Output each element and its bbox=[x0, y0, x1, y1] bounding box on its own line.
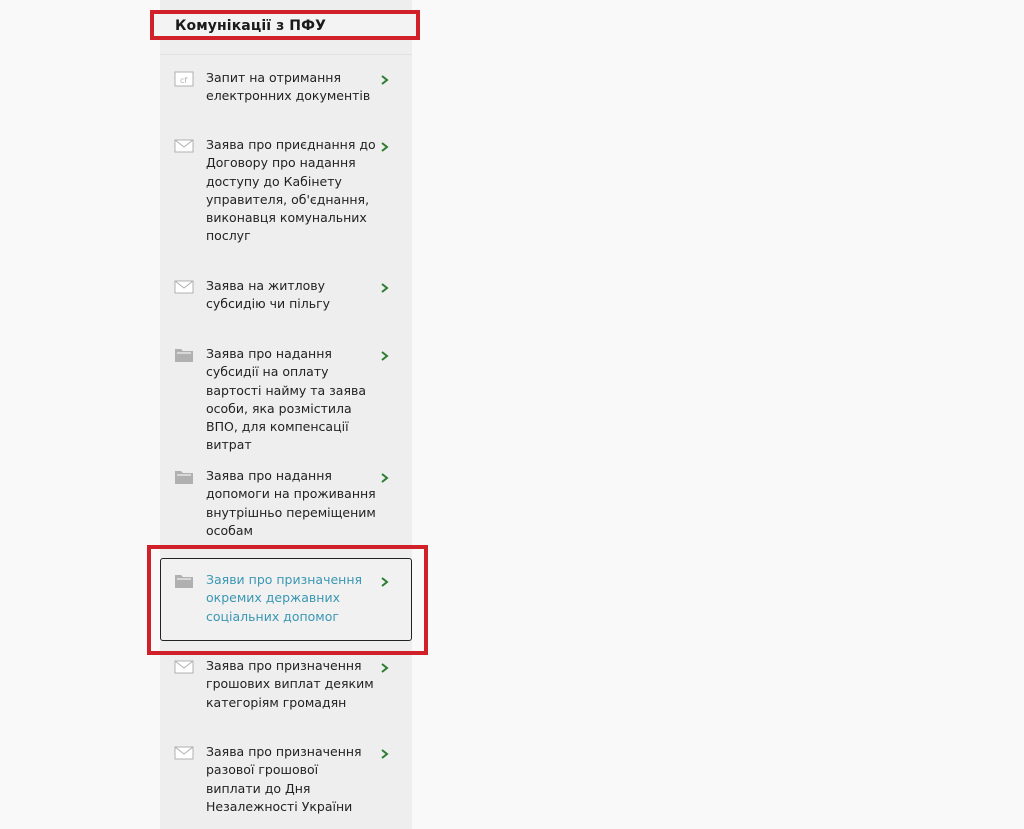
envelope-icon bbox=[174, 138, 194, 154]
menu-item-label: Заява на житлову субсидію чи пільгу bbox=[206, 278, 331, 312]
envelope-icon bbox=[174, 659, 194, 675]
chevron-right-icon bbox=[380, 745, 390, 759]
menu-item-citizen-category-payments[interactable]: Заява про призначення грошових виплат де… bbox=[160, 657, 412, 715]
menu-item-label: Запит на отримання електронних документі… bbox=[206, 70, 371, 104]
folder-icon bbox=[174, 469, 194, 485]
menu-item-label: Заява про призначення грошових виплат де… bbox=[206, 658, 374, 710]
menu-item-independence-day-payment[interactable]: Заява про призначення разової грошової в… bbox=[160, 743, 412, 819]
envelope-icon bbox=[174, 279, 194, 295]
menu-item-label: Заява про надання субсидії на оплату вар… bbox=[206, 346, 367, 453]
chevron-right-icon bbox=[380, 659, 390, 673]
menu-item-housing-subsidy[interactable]: Заява на житлову субсидію чи пільгу bbox=[160, 277, 412, 317]
sidebar-title: Комунікації з ПФУ bbox=[175, 18, 327, 34]
sidebar-header: Комунікації з ПФУ bbox=[150, 10, 420, 40]
chevron-right-icon bbox=[380, 71, 390, 85]
menu-item-management-cabinet-agreement[interactable]: Заява про приєднання до Договору про над… bbox=[160, 136, 412, 248]
chevron-right-icon bbox=[380, 573, 390, 587]
chevron-right-icon bbox=[380, 138, 390, 152]
envelope-icon bbox=[174, 745, 194, 761]
menu-item-label: Заява про приєднання до Договору про над… bbox=[206, 137, 376, 244]
menu-item-label: Заява про призначення разової грошової в… bbox=[206, 744, 362, 814]
folder-icon bbox=[174, 347, 194, 363]
menu-item-idp-living-assistance[interactable]: Заява про надання допомоги на проживання… bbox=[160, 467, 412, 543]
chevron-right-icon bbox=[380, 347, 390, 361]
svg-text:cf: cf bbox=[180, 76, 187, 85]
folder-icon bbox=[174, 573, 194, 589]
menu-item-label: Заява про надання допомоги на проживання… bbox=[206, 468, 376, 538]
menu-item-label: Заяви про призначення окремих державних … bbox=[206, 572, 363, 624]
chevron-right-icon bbox=[380, 469, 390, 483]
menu-item-state-social-assistance[interactable]: Заяви про призначення окремих державних … bbox=[160, 571, 412, 629]
menu-item-rent-subsidy[interactable]: Заява про надання субсидії на оплату вар… bbox=[160, 345, 412, 452]
menu-item-electronic-documents-request[interactable]: cf Запит на отримання електронних докуме… bbox=[160, 69, 412, 109]
document-icon: cf bbox=[174, 71, 194, 87]
divider bbox=[160, 54, 412, 55]
chevron-right-icon bbox=[380, 279, 390, 293]
